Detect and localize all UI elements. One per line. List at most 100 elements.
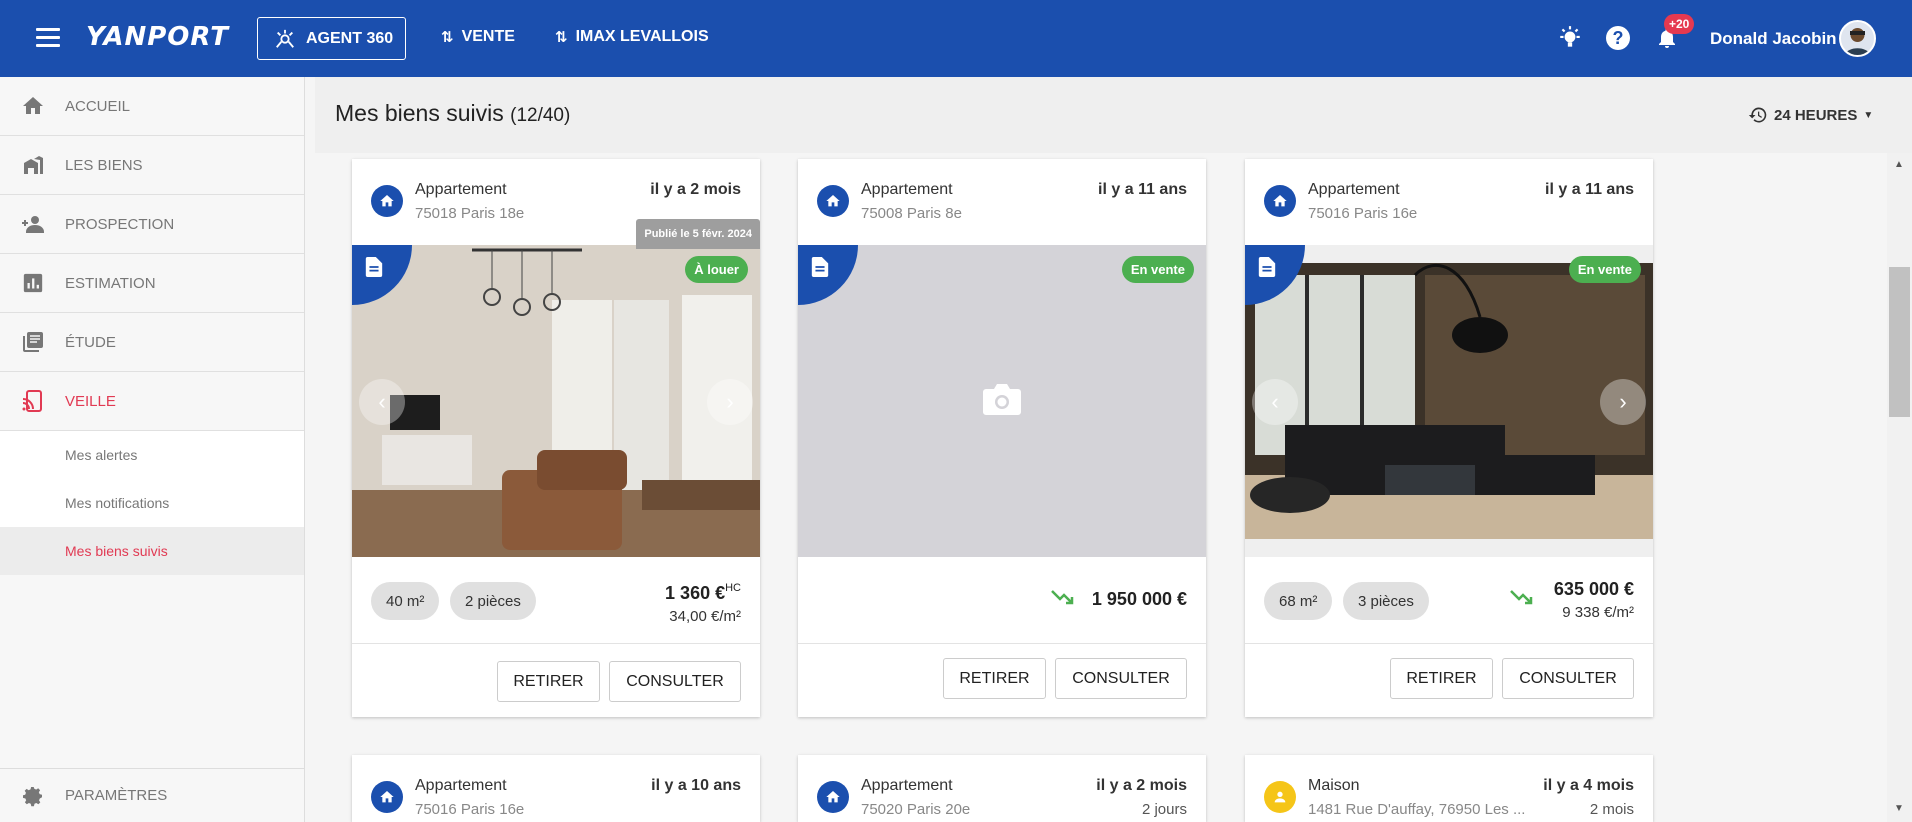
agent-icon — [276, 29, 294, 48]
property-address: 75016 Paris 16e — [1308, 205, 1418, 222]
cast-icon — [0, 389, 65, 413]
status-badge: À louer — [685, 256, 748, 283]
view-button[interactable]: CONSULTER — [1502, 658, 1634, 699]
property-time: il y a 10 ans — [651, 777, 741, 794]
sidebar-subitem-alertes[interactable]: Mes alertes — [0, 431, 304, 479]
surface-chip: 68 m² — [1264, 582, 1333, 620]
agent-360-label: AGENT 360 — [306, 29, 394, 47]
sidebar-item-veille[interactable]: VEILLE — [0, 372, 304, 431]
surface-chip: 40 m² — [371, 582, 440, 620]
sidebar-item-accueil[interactable]: ACCUEIL — [0, 77, 304, 136]
nav-vente[interactable]: ⇅ VENTE — [441, 28, 515, 46]
chevron-left-icon[interactable]: ‹ — [1252, 379, 1298, 425]
property-type: Maison — [1308, 777, 1360, 794]
sidebar-item-label: ÉTUDE — [65, 333, 116, 351]
property-subtime: 2 mois — [1589, 801, 1634, 818]
scroll-up-icon[interactable]: ▲ — [1894, 159, 1904, 170]
period-selector[interactable]: 24 HEURES ▼ — [1748, 105, 1873, 125]
nav-agency-label: IMAX LEVALLOIS — [575, 28, 709, 45]
property-card: Appartement 75016 Paris 16e il y a 11 an… — [1245, 159, 1653, 717]
sidebar-item-prospection[interactable]: PROSPECTION — [0, 195, 304, 254]
agent-360-button[interactable]: AGENT 360 — [257, 17, 406, 60]
house-icon — [371, 781, 403, 813]
status-badge: En vente — [1568, 256, 1641, 283]
property-card: Appartement 75020 Paris 20e il y a 2 moi… — [798, 755, 1206, 822]
rooms-chip: 2 pièces — [450, 582, 536, 620]
caret-down-icon: ▼ — [1863, 109, 1874, 121]
trend-down-icon — [1051, 590, 1074, 605]
price-suffix: HC — [725, 582, 741, 594]
property-card: Appartement 75016 Paris 16e il y a 10 an… — [352, 755, 760, 822]
price-per-m2: 34,00 €/m² — [669, 608, 741, 625]
library-icon — [0, 330, 65, 354]
property-time: il y a 4 mois — [1543, 777, 1634, 794]
camera-icon — [983, 384, 1021, 415]
house-icon — [1264, 185, 1296, 217]
view-button[interactable]: CONSULTER — [1055, 658, 1187, 699]
property-type: Appartement — [861, 777, 953, 794]
property-type: Appartement — [415, 777, 507, 794]
view-button[interactable]: CONSULTER — [609, 661, 741, 702]
page-title-count: (12/40) — [510, 105, 571, 126]
property-address: 1481 Rue D'auffay, 76950 Les ... — [1308, 801, 1526, 818]
property-type: Appartement — [415, 181, 507, 198]
avatar[interactable] — [1839, 20, 1876, 57]
remove-button[interactable]: RETIRER — [943, 658, 1046, 699]
chevron-left-icon[interactable]: ‹ — [359, 379, 405, 425]
property-time: il y a 11 ans — [1098, 181, 1187, 198]
page-title-text: Mes biens suivis — [335, 100, 504, 126]
property-address: 75016 Paris 16e — [415, 801, 525, 818]
property-card: Appartement 75008 Paris 8e il y a 11 ans… — [798, 159, 1206, 717]
scroll-down-icon[interactable]: ▼ — [1894, 803, 1904, 814]
lightbulb-icon[interactable] — [1556, 24, 1584, 52]
trend-down-icon — [1510, 590, 1533, 605]
nav-vente-label: VENTE — [461, 28, 515, 45]
property-time: il y a 11 ans — [1545, 181, 1634, 198]
property-photo-image — [1245, 263, 1653, 539]
person-icon — [1264, 781, 1296, 813]
sidebar-item-estimation[interactable]: ESTIMATION — [0, 254, 304, 313]
house-icon — [817, 185, 849, 217]
sidebar-item-parametres[interactable]: PARAMÈTRES — [0, 768, 305, 822]
swap-icon: ⇅ — [555, 29, 568, 46]
remove-button[interactable]: RETIRER — [1390, 658, 1493, 699]
username[interactable]: Donald Jacobin — [1710, 29, 1837, 49]
help-icon[interactable]: ? — [1604, 24, 1632, 52]
property-photo[interactable]: En vente ‹ › — [1245, 245, 1653, 557]
sidebar-item-etude[interactable]: ÉTUDE — [0, 313, 304, 372]
sidebar-item-les-biens[interactable]: LES BIENS — [0, 136, 304, 195]
sidebar-item-label: ESTIMATION — [65, 274, 156, 292]
property-photo[interactable]: À louer ‹ › — [352, 245, 760, 557]
scrollbar[interactable]: ▲ ▼ — [1887, 153, 1912, 822]
price: 635 000 € — [1553, 579, 1634, 599]
notification-badge: +20 — [1664, 14, 1695, 34]
sidebar-item-label: LES BIENS — [65, 156, 143, 174]
price: 1 950 000 € — [1091, 589, 1187, 609]
sidebar-subitem-biens-suivis[interactable]: Mes biens suivis — [0, 527, 304, 575]
published-tag: Publié le 5 févr. 2024 — [636, 219, 760, 249]
property-type: Appartement — [861, 181, 953, 198]
nav-agency[interactable]: ⇅ IMAX LEVALLOIS — [555, 28, 709, 46]
settings-label: PARAMÈTRES — [65, 787, 168, 804]
property-card: Maison 1481 Rue D'auffay, 76950 Les ... … — [1245, 755, 1653, 822]
property-address: 75020 Paris 20e — [861, 801, 971, 818]
document-icon — [798, 245, 858, 305]
logo[interactable]: YANPORT — [86, 22, 229, 52]
property-photo-placeholder[interactable]: En vente — [798, 245, 1206, 557]
property-address: 75008 Paris 8e — [861, 205, 962, 222]
house-icon — [371, 185, 403, 217]
rooms-chip: 3 pièces — [1343, 582, 1429, 620]
top-bar: YANPORT AGENT 360 ⇅ VENTE ⇅ IMAX LEVALLO… — [0, 0, 1912, 77]
menu-icon[interactable] — [36, 28, 60, 48]
chevron-right-icon[interactable]: › — [1600, 379, 1646, 425]
sidebar-subitem-notifications[interactable]: Mes notifications — [0, 479, 304, 527]
property-type: Appartement — [1308, 181, 1400, 198]
scroll-thumb[interactable] — [1889, 267, 1910, 417]
chevron-right-icon[interactable]: › — [707, 379, 753, 425]
remove-button[interactable]: RETIRER — [497, 661, 600, 702]
bar-chart-icon — [0, 272, 65, 294]
property-time: il y a 2 mois — [1096, 777, 1187, 794]
price: 1 360 €HC — [665, 582, 741, 604]
sidebar: ACCUEIL LES BIENS PROSPECTION ESTIMATION… — [0, 77, 305, 822]
property-subtime: 2 jours — [1141, 801, 1187, 818]
